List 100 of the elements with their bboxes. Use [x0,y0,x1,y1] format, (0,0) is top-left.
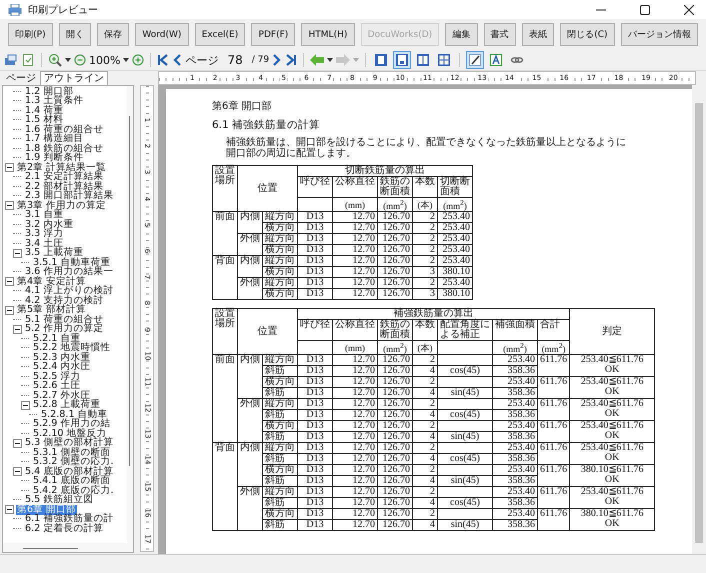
table-cell: 斜筋 [262,498,298,508]
outline-item[interactable]: 第2章 計算結果一覧 [16,162,108,173]
outline-item[interactable]: 1.7 構造細目 [24,134,84,144]
expander-icon[interactable] [5,306,14,315]
outline-item[interactable]: 1.9 判断条件 [24,153,84,164]
outline-item[interactable]: 5.2.8.1 自動車 [40,410,109,420]
close-icon[interactable] [684,4,694,14]
outline-item[interactable]: 5.2.3 内水重 [32,352,92,363]
zoom-plus-icon[interactable] [132,54,144,66]
toolbar-button[interactable]: 編集 [445,23,478,46]
expander-icon[interactable] [5,163,14,172]
expander-icon[interactable] [13,467,22,476]
table-cell: 126.70 [378,432,412,442]
outline-item[interactable]: 2.3 開口部計算結果 [24,191,114,202]
view-mode-button[interactable] [393,51,412,69]
expander-icon[interactable] [5,277,14,286]
toolbar-button[interactable]: Word(W) [135,23,189,46]
toolbar-button[interactable]: 印刷(P) [8,23,53,46]
outline-item[interactable]: 6.1 補強鉄筋量の計 [24,514,114,524]
table-cell: 2 [412,278,438,288]
outline-item[interactable]: 5.1 荷重の組合せ [24,314,104,325]
page-setup-icon[interactable] [21,53,35,67]
table-cell: 126.70 [378,234,412,244]
table-cell: 253.40 [492,486,538,498]
dropdown-caret-icon[interactable] [327,58,334,62]
zoom-level[interactable]: 100% [89,54,120,66]
toolbar-button[interactable]: バージョン情報 [620,23,698,46]
outline-item[interactable]: 3.2 内水重 [24,220,74,230]
table-cell: 縦方向 [262,234,298,244]
outline-item[interactable]: 5.2.6 土圧 [32,381,82,392]
table-cell: 358.36 [492,520,538,530]
dropdown-caret-icon[interactable] [123,58,130,62]
outline-item[interactable]: 3.3 浮力 [24,229,64,240]
pen-tool[interactable] [466,51,484,69]
outline-item[interactable]: 4.1 浮上がりの検討 [24,286,114,296]
outline-item[interactable]: 1.5 材料 [24,115,64,126]
toolbar-button[interactable]: 表紙 [522,23,554,46]
outline-item[interactable]: 5.2.4 内水圧 [32,362,92,372]
outline-item[interactable]: 3.1 自重 [24,210,64,220]
outline-item[interactable]: 5.4.1 底版の断面 [32,476,112,486]
table-cell: 611.76 [538,508,570,530]
table-cell: D13 [298,410,332,420]
outline-item[interactable]: 第3章 作用力の算定 [16,200,108,211]
outline-item[interactable]: 5.2.5 浮力 [32,372,82,382]
outline-item[interactable]: 第4章 安定計算 [16,276,88,287]
unit-label: (mm$^{2}$) [538,340,570,354]
table-cell: 253.40 [492,354,538,366]
next-page-icon[interactable] [272,54,282,66]
outline-item[interactable]: 5.2.8 上載荷重 [32,400,102,410]
maximize-icon[interactable] [640,4,650,14]
outline-item[interactable]: 2.1 安定計算結果 [24,172,104,182]
table-cell: 126.70 [378,222,412,234]
expander-icon[interactable] [21,400,30,410]
panel-tab[interactable]: ページ [2,71,40,85]
scrollbar[interactable] [3,543,133,552]
outline-item[interactable]: 5.3 側壁の部材計算 [24,438,114,448]
toolbar-button[interactable]: PDF(F) [251,23,296,46]
outline-item[interactable]: 5.2.9 作用力の結 [32,419,112,430]
zoom-out-icon[interactable] [74,54,86,66]
table-cell: sin(45) [438,520,492,530]
toolbar-button[interactable]: HTML(H) [301,23,355,46]
outline-item[interactable]: 5.5 鉄筋組立図 [24,495,94,506]
expander-icon[interactable] [13,324,22,334]
outline-item[interactable]: 5.3.2 側壁の応力. [32,457,115,468]
outline-item[interactable]: 3.5.1 自動車荷重 [32,258,112,268]
zoom-in-icon[interactable] [48,53,62,67]
toolbar-button[interactable]: 書式 [484,23,516,46]
first-page-icon[interactable] [157,54,170,66]
outline-item[interactable]: 1.3 土質条件 [24,96,84,106]
table-cell: 2 [412,212,438,222]
outline-item[interactable]: 6.2 定着長の計算 [24,524,104,534]
table-title: 補強鉄筋量の算出 [298,308,570,320]
table-cell: 358.36 [492,454,538,464]
table-cell: 2 [412,508,438,520]
outline-item[interactable]: 5.2.2 地震時慣性 [32,343,112,354]
outline-item[interactable]: 3.6 作用力の結果一 [24,267,114,278]
toolbar-button[interactable]: 閉じる(C) [560,23,615,46]
outline-item[interactable]: 5.3.1 側壁の断面 [32,448,112,458]
toolbar-button[interactable]: 開く [58,23,91,46]
expander-icon[interactable] [5,505,14,514]
toolbar-button[interactable]: 保存 [96,23,130,46]
expander-icon[interactable] [13,438,22,448]
last-page-icon[interactable] [285,54,298,66]
previous-page-icon[interactable] [172,54,182,66]
outline-item[interactable]: 2.2 部材計算結果 [24,182,104,192]
outline-item[interactable]: 3.5 上載荷重 [24,248,84,258]
panel-tab[interactable]: アウトライン [40,71,108,85]
table-cell: 126.70 [378,520,412,530]
printer-setup-icon[interactable] [4,53,18,67]
scrollbar[interactable] [127,86,133,543]
expander-icon[interactable] [13,248,22,258]
expander-icon[interactable] [5,201,14,210]
outline-item[interactable]: 5.2 作用力の算定 [24,324,104,334]
outline-item[interactable]: 第5章 部材計算 [16,305,88,316]
outline-item[interactable]: 1.2 開口部 [24,86,74,97]
table-cell: 126.70 [378,410,412,420]
table-cell: 126.70 [378,398,412,410]
table-cell: 外側 [238,278,262,300]
toolbar-button[interactable]: Excel(E) [194,23,246,46]
dropdown-caret-icon[interactable] [65,58,71,62]
